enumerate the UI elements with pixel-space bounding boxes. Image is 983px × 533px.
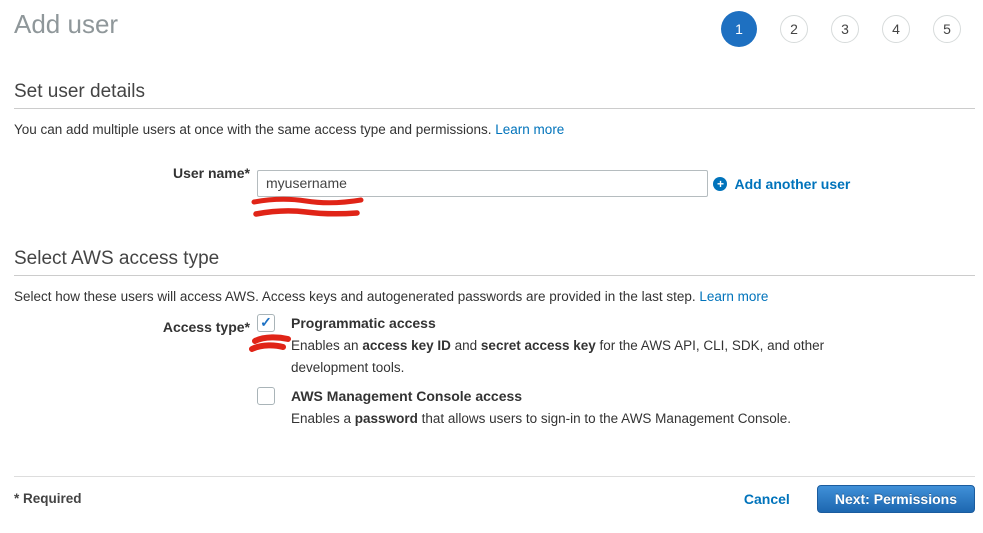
- access-type-options: ✓ Programmatic access Enables an access …: [249, 313, 853, 430]
- section-divider-2: [14, 274, 975, 276]
- footer-divider: [14, 475, 975, 477]
- desc-segment: and: [450, 337, 481, 353]
- console-access-label: AWS Management Console access: [291, 387, 523, 404]
- step-4: 4: [882, 15, 910, 43]
- footer-bar: * Required Cancel Next: Permissions: [14, 484, 975, 514]
- desc-segment-bold: password: [354, 410, 418, 426]
- desc-segment: Enables a: [291, 410, 355, 426]
- page-header: Add user 1 2 3 4 5: [14, 0, 975, 48]
- access-type-intro-text: Select how these users will access AWS. …: [14, 288, 696, 304]
- step-5: 5: [933, 15, 961, 43]
- console-access-option: AWS Management Console access Enables a …: [257, 386, 853, 430]
- red-scribble-annotation: [249, 333, 291, 352]
- programmatic-checkbox-wrap: ✓: [249, 313, 291, 352]
- learn-more-link[interactable]: Learn more: [495, 122, 564, 137]
- desc-segment: Enables an: [291, 337, 363, 353]
- add-user-page: Add user 1 2 3 4 5 Set user details You …: [0, 0, 983, 533]
- step-3: 3: [831, 15, 859, 43]
- step-indicator: 1 2 3 4 5: [721, 10, 961, 48]
- section-heading-user-details: Set user details: [14, 81, 145, 102]
- add-another-user-label: Add another user: [734, 176, 851, 192]
- desc-segment-bold: access key ID: [362, 337, 451, 353]
- programmatic-access-desc: Enables an access key ID and secret acce…: [291, 335, 853, 379]
- programmatic-access-option: ✓ Programmatic access Enables an access …: [249, 313, 853, 379]
- user-details-intro: You can add multiple users at once with …: [14, 121, 975, 138]
- red-underline-annotation: [251, 196, 364, 217]
- desc-segment-bold: secret access key: [480, 337, 596, 353]
- footer-actions: Cancel Next: Permissions: [744, 484, 975, 513]
- section-heading-access-type: Select AWS access type: [14, 247, 220, 269]
- access-type-label: Access type*: [162, 318, 250, 335]
- checkmark-icon: ✓: [260, 314, 272, 330]
- access-type-intro: Select how these users will access AWS. …: [14, 288, 975, 305]
- console-access-checkbox[interactable]: [257, 386, 275, 405]
- required-note: * Required: [14, 491, 82, 506]
- step-1: 1: [721, 11, 757, 47]
- access-type-row: Access type* ✓ Programmatic access Enabl…: [14, 313, 975, 430]
- plus-circle-icon: +: [713, 177, 728, 191]
- username-input-wrap: [251, 169, 708, 217]
- programmatic-access-checkbox[interactable]: ✓: [257, 313, 275, 332]
- next-permissions-button[interactable]: Next: Permissions: [816, 484, 975, 513]
- step-2: 2: [780, 15, 808, 43]
- username-input[interactable]: [257, 169, 708, 197]
- programmatic-access-label: Programmatic access: [291, 314, 436, 331]
- username-label: User name*: [172, 165, 250, 181]
- section-divider: [14, 108, 975, 109]
- username-row: User name* + Add another user: [14, 160, 975, 217]
- add-another-user-link[interactable]: + Add another user: [713, 176, 850, 192]
- console-access-desc: Enables a password that allows users to …: [291, 408, 853, 430]
- learn-more-link-2[interactable]: Learn more: [699, 289, 768, 304]
- cancel-button[interactable]: Cancel: [744, 491, 790, 507]
- console-access-text: AWS Management Console access Enables a …: [291, 387, 853, 430]
- programmatic-access-text: Programmatic access Enables an access ke…: [291, 314, 853, 379]
- username-field-area: + Add another user: [251, 160, 850, 217]
- user-details-intro-text: You can add multiple users at once with …: [14, 122, 492, 137]
- page-title: Add user: [14, 9, 119, 39]
- desc-segment: that allows users to sign-in to the AWS …: [417, 410, 792, 426]
- console-checkbox-wrap: [257, 386, 275, 405]
